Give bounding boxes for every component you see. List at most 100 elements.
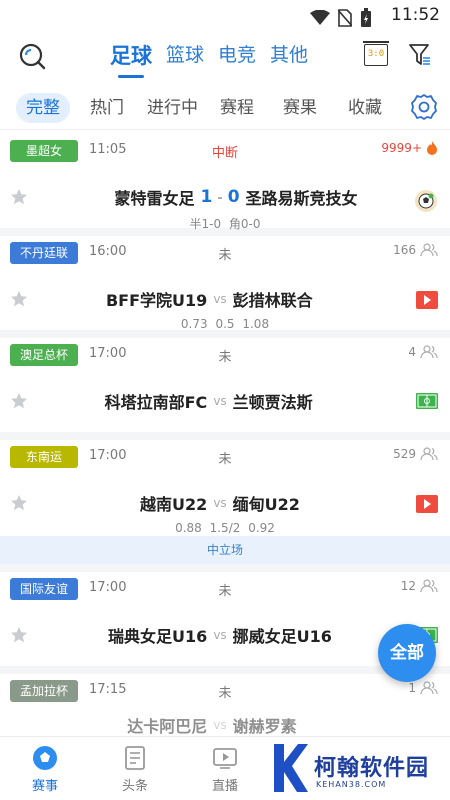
live-tv-icon bbox=[213, 748, 237, 769]
home-team: BFF学院U19 bbox=[105, 291, 208, 310]
favorite-star-icon[interactable] bbox=[10, 626, 28, 644]
vs-label: vs bbox=[213, 496, 227, 510]
filter-tab-live[interactable]: 进行中 bbox=[147, 93, 198, 123]
all-matches-float-button[interactable]: 全部 bbox=[378, 624, 436, 682]
status-icons bbox=[310, 8, 372, 28]
tab-football[interactable]: 足球 bbox=[110, 40, 152, 78]
tab-basketball[interactable]: 篮球 bbox=[166, 40, 204, 70]
match-odds: 0.73 0.5 1.08 bbox=[180, 317, 270, 331]
match-time: 16:00 bbox=[89, 244, 127, 259]
battery-icon bbox=[361, 8, 371, 27]
nav-live[interactable]: 直播 bbox=[195, 745, 255, 794]
match-time: 17:15 bbox=[89, 682, 127, 697]
heat-count: 9999+ bbox=[381, 141, 438, 155]
away-team: 挪威女足U16 bbox=[232, 627, 332, 646]
status-bar: 11:52 bbox=[0, 0, 450, 34]
away-team: 缅甸U22 bbox=[232, 495, 300, 514]
home-team: 瑞典女足U16 bbox=[108, 627, 208, 646]
away-team: 兰顿贾法斯 bbox=[232, 393, 313, 412]
match-status: 未 bbox=[218, 452, 232, 467]
filter-tab-complete[interactable]: 完整 bbox=[16, 93, 70, 123]
scoreboard-icon[interactable]: 3:0 bbox=[363, 41, 389, 66]
filter-tab-hot[interactable]: 热门 bbox=[90, 93, 124, 123]
header: 足球 篮球 电竞 其他 3:0 bbox=[0, 34, 450, 82]
vs-label: vs bbox=[213, 718, 227, 732]
league-badge: 澳足总杯 bbox=[10, 344, 78, 366]
favorite-star-icon[interactable] bbox=[10, 392, 28, 410]
away-team: 谢赫罗素 bbox=[232, 717, 297, 736]
favorite-star-icon[interactable] bbox=[10, 188, 28, 206]
users-icon bbox=[420, 447, 438, 461]
league-badge: 墨超女 bbox=[10, 140, 78, 162]
search-icon[interactable] bbox=[18, 42, 46, 70]
follower-count: 166 bbox=[393, 243, 438, 257]
match-status: 未 bbox=[218, 584, 232, 599]
tab-esports[interactable]: 电竞 bbox=[218, 40, 256, 70]
match-row[interactable]: 不丹廷联 16:00 未 166 BFF学院U19 vs 彭措林联合 0.73 … bbox=[0, 236, 450, 338]
watermark-sub: KEHAN38.COM bbox=[316, 780, 387, 789]
video-icon[interactable] bbox=[416, 291, 438, 309]
favorite-star-icon[interactable] bbox=[10, 494, 28, 512]
users-icon bbox=[420, 579, 438, 593]
league-badge: 不丹廷联 bbox=[10, 242, 78, 264]
filter-icon[interactable] bbox=[408, 42, 432, 68]
status-time: 11:52 bbox=[391, 5, 440, 25]
sport-tabs: 足球 篮球 电竞 其他 bbox=[110, 40, 308, 78]
live-ball-icon[interactable] bbox=[414, 189, 438, 213]
follower-count-value: 12 bbox=[400, 579, 416, 593]
users-icon bbox=[420, 681, 438, 695]
favorite-star-icon[interactable] bbox=[10, 290, 28, 308]
filter-tab-results[interactable]: 赛果 bbox=[283, 93, 317, 123]
vs-label: vs bbox=[213, 394, 227, 408]
match-time: 17:00 bbox=[89, 448, 127, 463]
watermark: 柯翰软件园 KEHAN38.COM bbox=[270, 736, 450, 800]
away-team: 彭措林联合 bbox=[232, 291, 313, 310]
match-row[interactable]: 孟加拉杯 17:15 未 1 达卡阿巴尼 vs 谢赫罗素 bbox=[0, 674, 450, 736]
watermark-title: 柯翰软件园 bbox=[314, 756, 430, 781]
filter-tab-schedule[interactable]: 赛程 bbox=[220, 93, 254, 123]
match-row[interactable]: 澳足总杯 17:00 未 4 科塔拉南部FC vs 兰顿贾法斯 bbox=[0, 338, 450, 440]
follower-count: 12 bbox=[401, 579, 438, 593]
neutral-venue-banner: 中立场 bbox=[0, 536, 450, 564]
match-status: 未 bbox=[218, 248, 232, 263]
match-odds: 半1-0 角0-0 bbox=[189, 217, 261, 231]
score-home: 1 bbox=[200, 187, 213, 207]
match-status: 中断 bbox=[211, 146, 238, 161]
match-row[interactable]: 墨超女 11:05 中断 9999+ 蒙特雷女足 1-0 圣路易斯竞技女 半1-… bbox=[0, 134, 450, 236]
home-team: 科塔拉南部FC bbox=[104, 393, 208, 412]
follower-count-value: 1 bbox=[408, 681, 416, 695]
nav-live-label: 直播 bbox=[211, 779, 238, 794]
follower-count-value: 4 bbox=[408, 345, 416, 359]
home-team: 蒙特雷女足 bbox=[114, 189, 195, 208]
match-row[interactable]: 东南运 17:00 未 529 越南U22 vs 缅甸U22 0.88 1.5/… bbox=[0, 440, 450, 536]
follower-count-value: 166 bbox=[393, 243, 416, 257]
vs-label: vs bbox=[213, 628, 227, 642]
vs-label: vs bbox=[213, 292, 227, 306]
away-team: 圣路易斯竞技女 bbox=[245, 189, 358, 208]
filter-tab-favorites[interactable]: 收藏 bbox=[348, 93, 382, 123]
watermark-logo-icon bbox=[274, 744, 308, 792]
pitch-icon[interactable] bbox=[416, 393, 438, 409]
match-time: 11:05 bbox=[89, 142, 127, 157]
follower-count-value: 529 bbox=[393, 447, 416, 461]
league-badge: 孟加拉杯 bbox=[10, 680, 78, 702]
nav-headlines[interactable]: 头条 bbox=[105, 745, 165, 794]
match-time: 17:00 bbox=[89, 580, 127, 595]
follower-count: 1 bbox=[408, 681, 438, 695]
nav-events[interactable]: 赛事 bbox=[15, 745, 75, 794]
match-status: 未 bbox=[218, 350, 232, 365]
league-badge: 东南运 bbox=[10, 446, 78, 468]
nav-headlines-label: 头条 bbox=[121, 779, 148, 794]
video-icon[interactable] bbox=[416, 495, 438, 513]
news-icon bbox=[125, 746, 145, 770]
tab-other[interactable]: 其他 bbox=[270, 40, 308, 70]
match-status: 未 bbox=[218, 686, 232, 701]
league-badge: 国际友谊 bbox=[10, 578, 78, 600]
fire-icon bbox=[427, 141, 437, 155]
heat-count-value: 9999+ bbox=[381, 141, 422, 155]
home-team: 达卡阿巴尼 bbox=[127, 717, 208, 736]
follower-count: 529 bbox=[393, 447, 438, 461]
score-separator: - bbox=[217, 191, 223, 206]
settings-icon[interactable] bbox=[410, 93, 438, 121]
score: 1-0 bbox=[200, 187, 239, 207]
